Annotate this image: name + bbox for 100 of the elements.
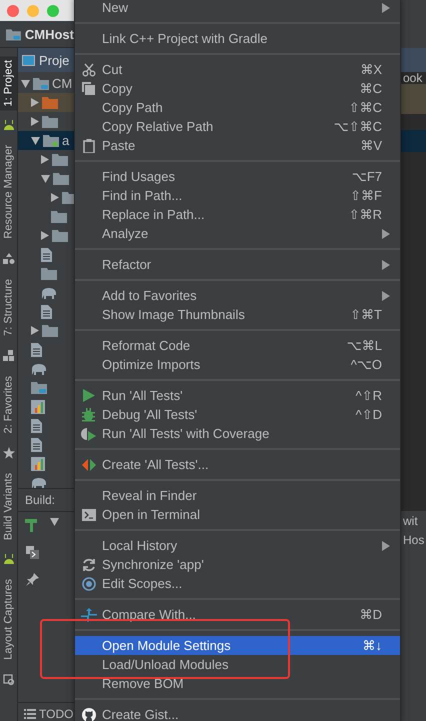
menu-item[interactable]: Run 'All Tests' with Coverage bbox=[75, 424, 400, 443]
compare-arrows-icon bbox=[80, 608, 96, 622]
menu-item[interactable]: Cut ⌘X bbox=[75, 60, 400, 79]
star-icon bbox=[2, 447, 14, 460]
file-icon bbox=[41, 248, 52, 262]
tool-window-tab[interactable]: Layout Captures bbox=[0, 575, 17, 664]
collapse-arrow-icon bbox=[41, 155, 49, 164]
menu-item[interactable]: Open in Terminal bbox=[75, 505, 400, 524]
module-folder-icon bbox=[31, 381, 47, 394]
menu-item[interactable]: Synchronize 'app' bbox=[75, 555, 400, 574]
menu-item[interactable]: Link C++ Project with Gradle bbox=[75, 29, 400, 48]
menu-item[interactable]: Analyze bbox=[75, 224, 400, 243]
bug-icon bbox=[82, 408, 95, 422]
scissors-icon bbox=[82, 62, 96, 76]
bar-chart-icon bbox=[31, 400, 45, 414]
play-icon bbox=[82, 389, 94, 402]
tool-window-tab[interactable]: 1: Project bbox=[0, 56, 17, 110]
capture-icon bbox=[2, 674, 14, 686]
cut-off-text: Hos bbox=[402, 532, 426, 548]
menu-item[interactable]: Reveal in Finder bbox=[75, 486, 400, 505]
hammer-icon bbox=[25, 518, 39, 532]
menu-item[interactable]: Copy ⌘C bbox=[75, 79, 400, 98]
build-label: Build: bbox=[25, 493, 56, 507]
module-folder-icon bbox=[33, 77, 49, 90]
terminal-icon bbox=[82, 508, 96, 520]
target-icon bbox=[82, 576, 96, 590]
menu-item[interactable]: Create Gist... bbox=[75, 705, 400, 721]
menu-item[interactable]: Edit Scopes... bbox=[75, 574, 400, 593]
shapes-icon bbox=[2, 253, 14, 266]
panel-icon bbox=[22, 54, 35, 66]
pin-icon bbox=[26, 573, 38, 586]
tool-window-tab[interactable]: Build Variants bbox=[0, 469, 17, 544]
file-icon bbox=[31, 342, 42, 356]
diamond-arrows-icon bbox=[82, 458, 96, 470]
tree-row[interactable]: a bbox=[18, 131, 74, 150]
menu-item[interactable]: Compare With... ⌘D bbox=[75, 605, 400, 624]
menu-item[interactable]: Copy Relative Path ⌥⇧⌘C bbox=[75, 117, 400, 136]
tool-window-tab[interactable]: Resource Manager bbox=[0, 141, 17, 244]
module-folder-icon bbox=[43, 134, 59, 147]
sync-icon bbox=[82, 558, 96, 572]
menu-item[interactable]: Paste ⌘V bbox=[75, 136, 400, 155]
cut-off-text: wit bbox=[402, 512, 419, 530]
tool-window-tab[interactable]: 7: Structure bbox=[0, 275, 17, 340]
collapse-arrow-icon bbox=[31, 98, 39, 107]
folder-icon bbox=[53, 172, 69, 185]
menu-item[interactable]: Run 'All Tests' ^⇧R bbox=[75, 386, 400, 405]
menu-item[interactable]: Create 'All Tests'... bbox=[75, 455, 400, 474]
folder-icon bbox=[51, 210, 67, 223]
folder-icon bbox=[42, 96, 58, 109]
menu-item[interactable]: Open Module Settings ⌘↓ bbox=[75, 636, 400, 655]
structure-icon bbox=[2, 350, 14, 362]
cut-off-text: ook bbox=[402, 70, 422, 87]
file-icon bbox=[31, 418, 42, 432]
expand-arrow-icon bbox=[31, 136, 40, 144]
folder-icon bbox=[42, 115, 58, 128]
menu-item[interactable]: Reformat Code ⌥⌘L bbox=[75, 336, 400, 355]
tree-row[interactable]: CM bbox=[18, 74, 74, 93]
elephant-icon bbox=[31, 362, 47, 374]
tool-window-tab[interactable]: 2: Favorites bbox=[0, 372, 17, 438]
file-icon bbox=[31, 438, 42, 452]
menu-item[interactable]: Debug 'All Tests' ^⇧D bbox=[75, 405, 400, 424]
tree-label: a bbox=[62, 133, 70, 148]
menu-item[interactable]: Show Image Thumbnails ⇧⌘T bbox=[75, 305, 400, 324]
android-icon bbox=[2, 554, 14, 566]
file-icon bbox=[41, 304, 52, 318]
todo-tab[interactable]: TODO bbox=[39, 706, 74, 720]
selected-row bbox=[401, 130, 426, 152]
tree-row[interactable] bbox=[18, 93, 74, 112]
collapse-arrow-icon bbox=[51, 193, 59, 202]
expand-arrow-icon bbox=[41, 174, 50, 182]
folder-icon bbox=[52, 229, 68, 242]
expand-arrow-icon bbox=[21, 80, 30, 88]
list-icon bbox=[24, 708, 36, 718]
elephant-icon bbox=[41, 286, 57, 298]
menu-item[interactable]: Refactor bbox=[75, 255, 400, 274]
coverage-run-icon bbox=[81, 426, 96, 440]
menu-item[interactable]: Replace in Path... ⇧⌘R bbox=[75, 205, 400, 224]
menu-item[interactable]: Optimize Imports ^⌥O bbox=[75, 355, 400, 374]
tree-label: CM bbox=[52, 76, 72, 91]
project-name: CMHost bbox=[24, 26, 74, 42]
elephant-icon bbox=[31, 476, 47, 488]
menu-item[interactable]: Find in Path... ⇧⌘F bbox=[75, 186, 400, 205]
android-icon bbox=[2, 120, 14, 132]
menu-item[interactable]: New bbox=[75, 0, 400, 17]
copy-icon bbox=[82, 82, 95, 95]
panel-title[interactable]: Proje bbox=[39, 52, 70, 68]
menu-item[interactable]: Load/Unload Modules bbox=[75, 655, 400, 674]
highlighted-row bbox=[401, 84, 426, 114]
menu-item[interactable]: Remove BOM bbox=[75, 674, 400, 693]
menu-item[interactable]: Find Usages ⌥F7 bbox=[75, 167, 400, 186]
menu-item[interactable]: Add to Favorites bbox=[75, 286, 400, 305]
clipboard-icon bbox=[82, 138, 94, 152]
menu-item[interactable]: Local History bbox=[75, 536, 400, 555]
bar-chart-icon bbox=[31, 456, 45, 470]
folder-icon bbox=[41, 267, 57, 280]
collapse-arrow-icon bbox=[41, 231, 49, 240]
collapse-arrow-icon bbox=[31, 117, 39, 126]
module-folder-icon bbox=[6, 28, 21, 40]
menu-item[interactable]: Copy Path ⇧⌘C bbox=[75, 98, 400, 117]
folder-icon bbox=[42, 324, 58, 337]
